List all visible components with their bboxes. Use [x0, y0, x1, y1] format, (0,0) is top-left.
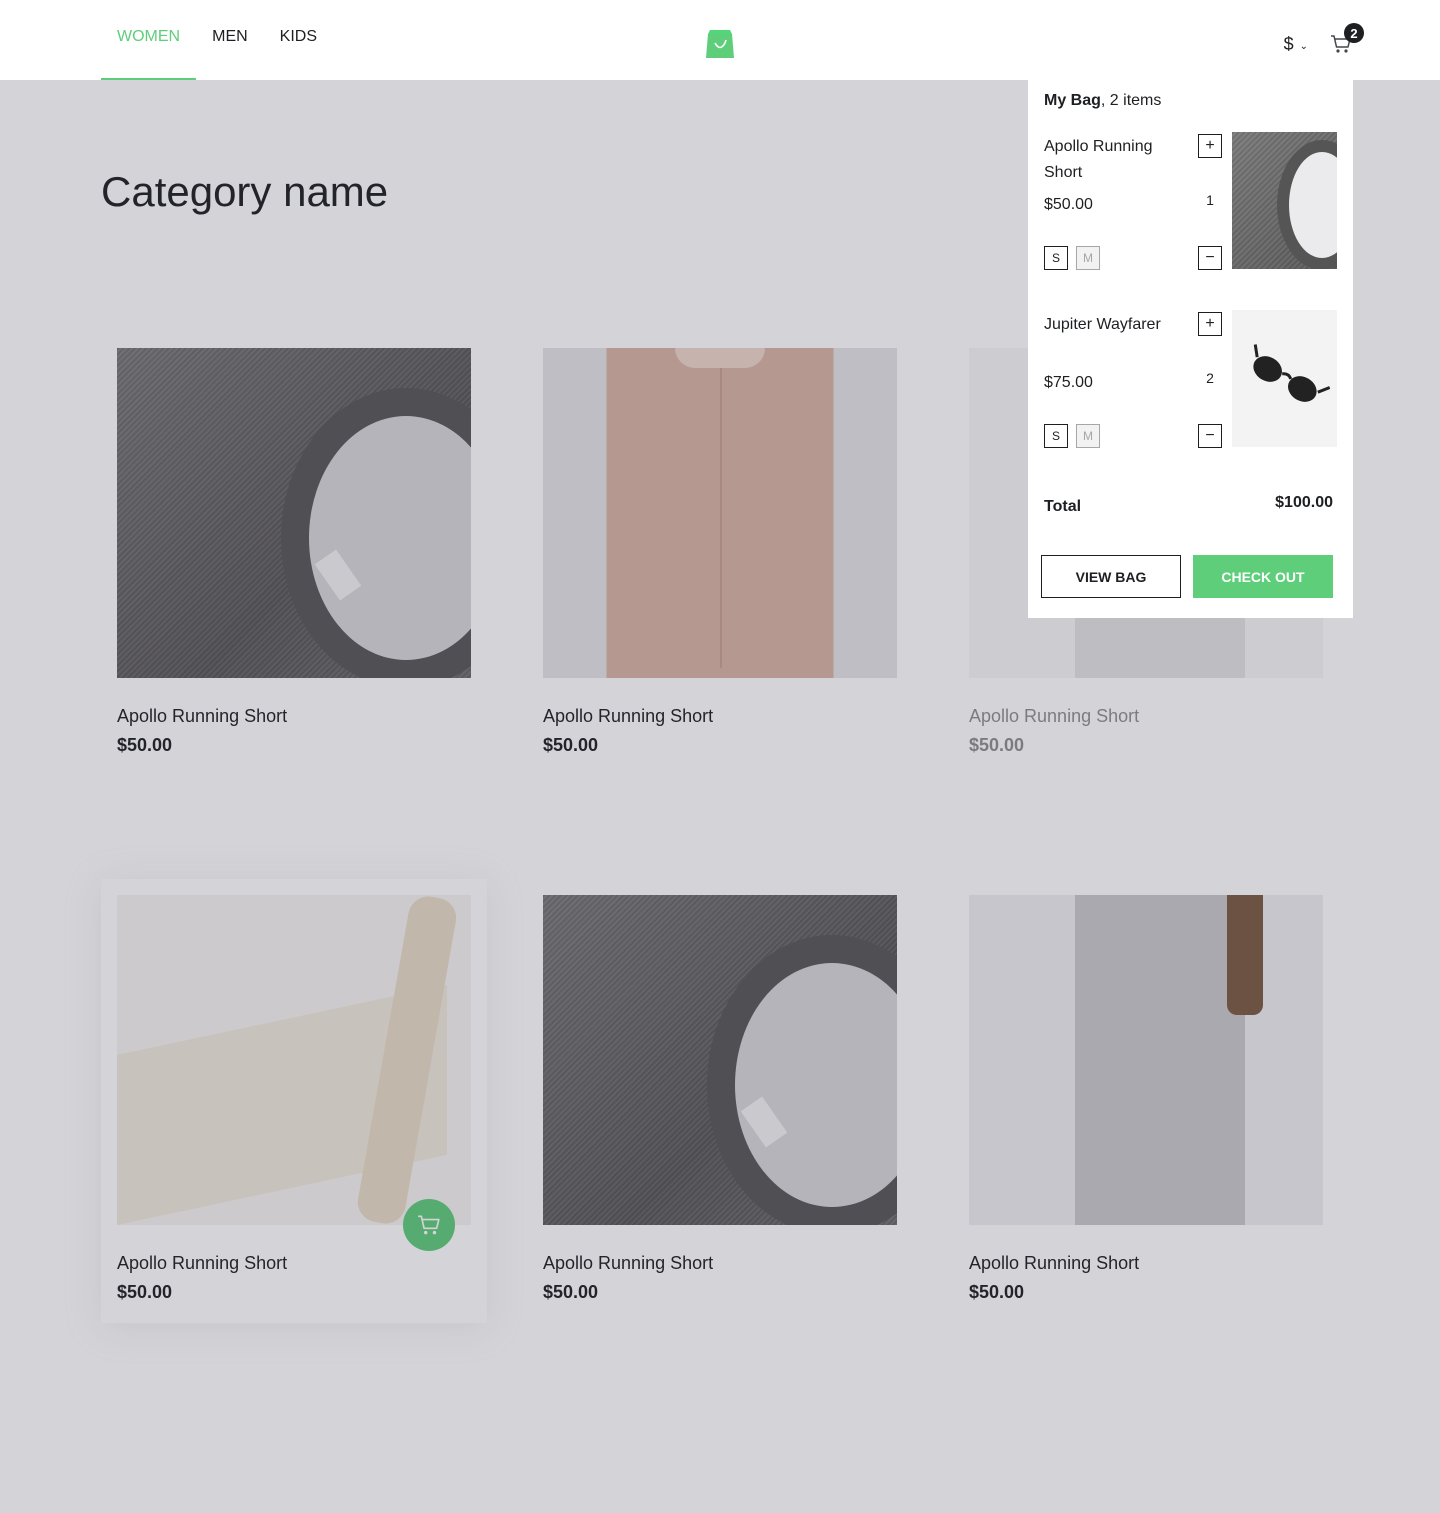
increase-quantity-button[interactable]: + [1198, 312, 1222, 336]
size-selector: S M [1044, 424, 1100, 448]
cart-item: Jupiter Wayfarer $75.00 S M + 2 − [1044, 310, 1337, 490]
nav-tab-kids[interactable]: KIDS [264, 0, 333, 80]
mini-cart-heading-title: My Bag [1044, 92, 1101, 109]
view-bag-button[interactable]: VIEW BAG [1041, 555, 1181, 598]
category-nav: WOMEN MEN KIDS [101, 0, 333, 80]
cart-total-label: Total [1044, 498, 1082, 515]
increase-quantity-button[interactable]: + [1198, 134, 1222, 158]
cart-item-price: $75.00 [1044, 374, 1093, 391]
decrease-quantity-button[interactable]: − [1198, 246, 1222, 270]
cart-icon[interactable]: 2 [1330, 23, 1364, 55]
mini-cart-dropdown: My Bag, 2 items Apollo Running Short $50… [1028, 78, 1353, 618]
cart-item-quantity: 1 [1206, 192, 1214, 208]
cart-item-name: Jupiter Wayfarer [1044, 316, 1161, 333]
sunglasses-icon [1252, 343, 1330, 402]
cart-item-price: $50.00 [1044, 196, 1093, 213]
site-header: WOMEN MEN KIDS $ ⌄ 2 [0, 0, 1440, 80]
size-option-s[interactable]: S [1044, 424, 1068, 448]
cart-item-quantity: 2 [1206, 370, 1214, 386]
cart-item-name: Apollo Running Short [1044, 138, 1153, 181]
decrease-quantity-button[interactable]: − [1198, 424, 1222, 448]
mini-cart-heading: My Bag, 2 items [1044, 92, 1337, 110]
size-option-m[interactable]: M [1076, 424, 1100, 448]
size-option-s[interactable]: S [1044, 246, 1068, 270]
currency-switcher[interactable]: $ ⌄ [1284, 34, 1308, 55]
chevron-down-icon: ⌄ [1299, 40, 1308, 52]
nav-tab-men[interactable]: MEN [196, 0, 264, 80]
mini-cart-item-count: , 2 items [1100, 92, 1162, 109]
currency-symbol: $ [1283, 33, 1294, 54]
cart-item: Apollo Running Short $50.00 S M + 1 − [1044, 132, 1337, 312]
cart-item-image [1232, 310, 1337, 447]
cart-item-image [1232, 132, 1337, 269]
size-selector: S M [1044, 246, 1100, 270]
cart-total-value: $100.00 [1275, 494, 1333, 511]
checkout-button[interactable]: CHECK OUT [1193, 555, 1333, 598]
header-actions: $ ⌄ 2 [1284, 23, 1364, 64]
size-option-m[interactable]: M [1076, 246, 1100, 270]
mini-cart-actions: VIEW BAG CHECK OUT [1041, 555, 1333, 598]
cart-total: Total $100.00 [1044, 494, 1333, 516]
nav-tab-women[interactable]: WOMEN [101, 0, 197, 80]
cart-count-badge: 2 [1344, 23, 1364, 43]
shopping-bag-logo-icon[interactable] [704, 28, 736, 60]
